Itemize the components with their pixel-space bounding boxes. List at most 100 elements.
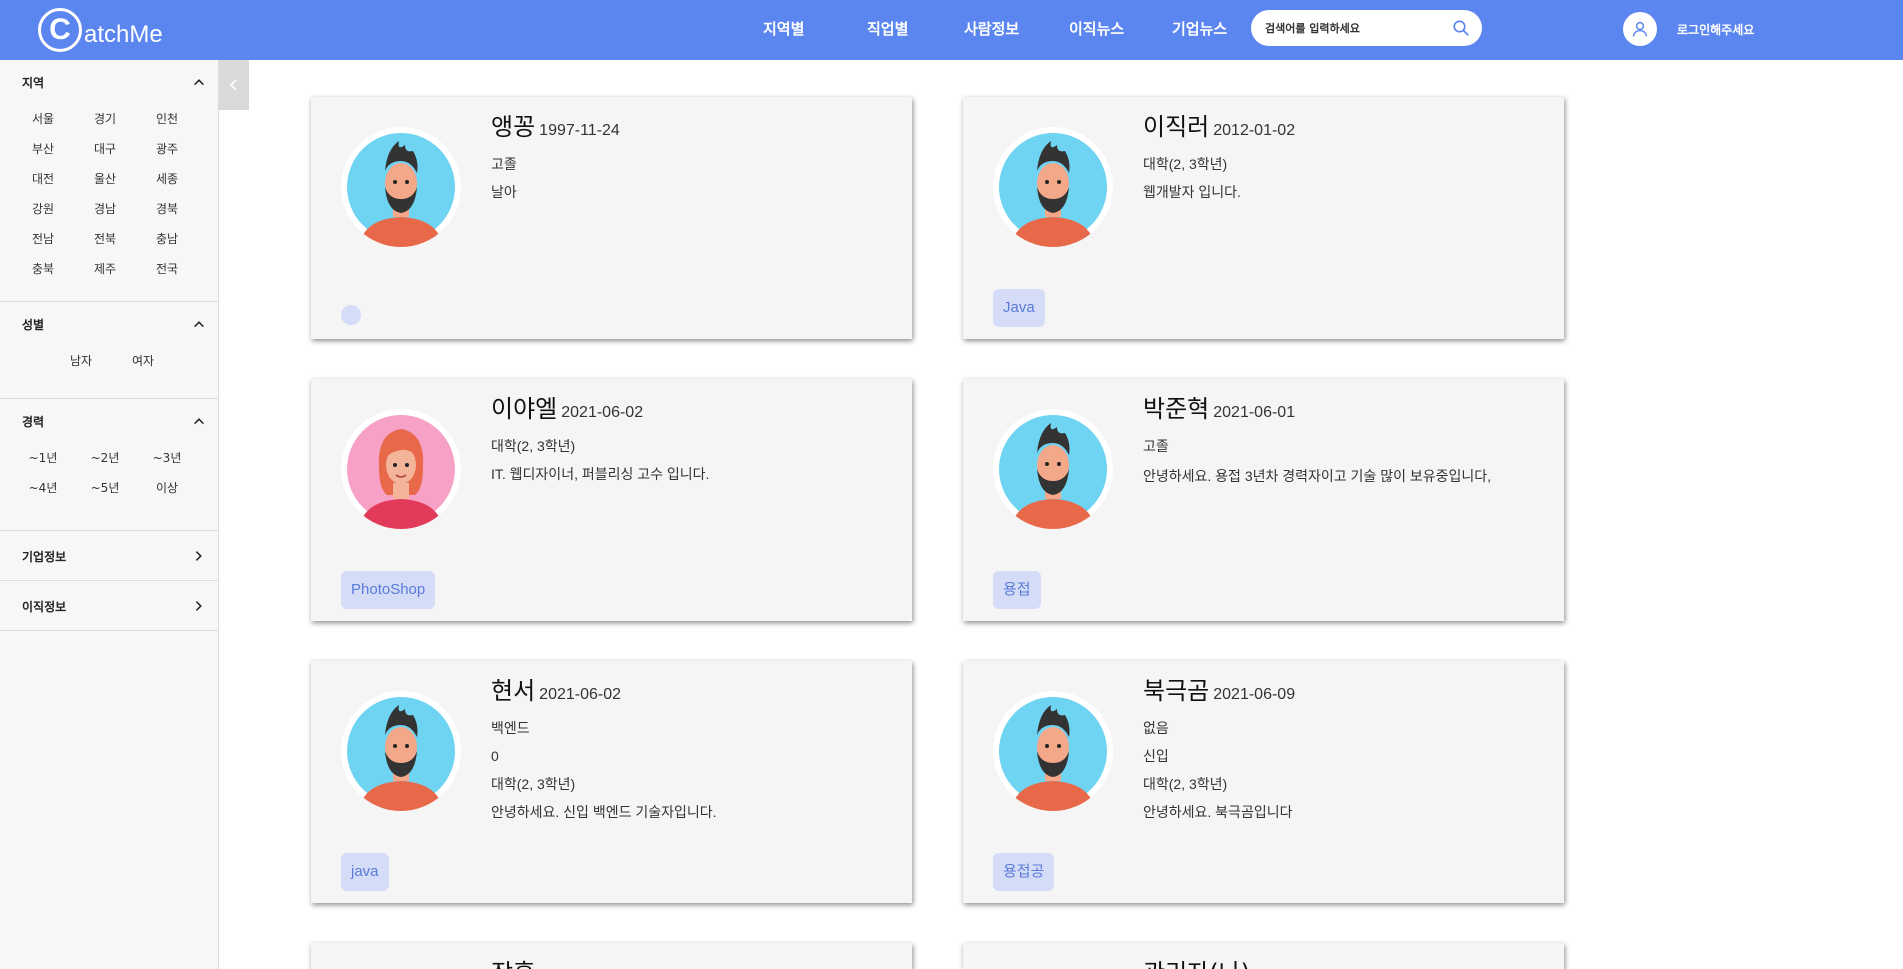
region-option[interactable]: 전남 — [12, 224, 74, 254]
region-option[interactable]: 제주 — [74, 254, 136, 284]
person-card[interactable]: 이직러 2012-01-02 대학(2, 3학년) 웹개발자 입니다. Java — [963, 97, 1564, 339]
card-info: 관리자(나) 2021-06-09 — [1143, 953, 1524, 969]
nav-job[interactable]: 직업별 — [867, 18, 908, 39]
card-detail: 안녕하세요. 신입 백엔드 기술자입니다. — [491, 804, 717, 820]
login-link[interactable]: 로그인해주세요 — [1677, 21, 1754, 38]
gender-filter: 성별 남자 여자 — [0, 302, 218, 399]
region-option[interactable]: 울산 — [74, 164, 136, 194]
nav-company-news[interactable]: 기업뉴스 — [1172, 18, 1227, 39]
person-card[interactable]: 북극곰 2021-06-09 없음 신입 대학(2, 3학년) 안녕하세요. 북… — [963, 661, 1564, 903]
person-name: 관리자(나) — [1143, 953, 1250, 969]
sidebar-collapse-button[interactable] — [219, 60, 249, 110]
skill-tag[interactable]: PhotoShop — [341, 571, 436, 609]
region-option[interactable]: 경남 — [74, 194, 136, 224]
region-option[interactable]: 전국 — [136, 254, 198, 284]
chevron-up-icon — [194, 321, 204, 328]
company-info-menu[interactable]: 기업정보 — [0, 531, 218, 581]
region-option[interactable]: 충북 — [12, 254, 74, 284]
region-option[interactable]: 대전 — [12, 164, 74, 194]
catchme-logo[interactable]: C atchMe — [38, 8, 163, 52]
card-detail: 대학(2, 3학년) — [491, 776, 576, 792]
nav-region[interactable]: 지역별 — [763, 18, 804, 39]
top-header: C atchMe 지역별 직업별 사람정보 이직뉴스 기업뉴스 로그인해주세요 — [0, 0, 1903, 60]
card-name-line: 현서 2021-06-02 — [491, 671, 872, 707]
gender-option[interactable]: 남자 — [50, 346, 112, 376]
person-card[interactable]: 이야엘 2021-06-02 대학(2, 3학년) IT. 웹디자이너, 퍼블리… — [311, 379, 912, 621]
career-option[interactable]: 이상 — [136, 473, 198, 503]
career-option[interactable]: ~4년 — [12, 473, 74, 503]
region-options: 서울 경기 인천 부산 대구 광주 대전 울산 세종 강원 경남 경북 전남 전… — [0, 104, 218, 284]
region-option[interactable]: 광주 — [136, 134, 198, 164]
region-option[interactable]: 경북 — [136, 194, 198, 224]
region-filter: 지역 서울 경기 인천 부산 대구 광주 대전 울산 세종 강원 경남 경북 전… — [0, 60, 218, 302]
career-option[interactable]: ~2년 — [74, 443, 136, 473]
region-option[interactable]: 서울 — [12, 104, 74, 134]
person-card[interactable]: 앵꽁 1997-11-24 고졸 날아 — [311, 97, 912, 339]
person-date: 1997-11-24 — [539, 122, 620, 139]
career-option[interactable]: ~1년 — [12, 443, 74, 473]
region-filter-title: 지역 — [22, 75, 45, 90]
card-detail: 대학(2, 3학년) — [1143, 776, 1228, 792]
filter-sidebar: 지역 서울 경기 인천 부산 대구 광주 대전 울산 세종 강원 경남 경북 전… — [0, 60, 219, 969]
person-card[interactable]: 장훈 2021-06-17 — [311, 943, 912, 969]
person-card[interactable]: 현서 2021-06-02 백엔드 0 대학(2, 3학년) 안녕하세요. 신입… — [311, 661, 912, 903]
card-name-line: 장훈 2021-06-17 — [491, 953, 872, 969]
skill-tag[interactable]: 용접 — [993, 571, 1041, 609]
chevron-left-icon — [229, 79, 237, 91]
nav-jobchange-news[interactable]: 이직뉴스 — [1069, 18, 1124, 39]
gender-filter-header[interactable]: 성별 — [0, 302, 218, 346]
avatar — [341, 409, 461, 529]
chevron-up-icon — [194, 418, 204, 425]
jobchange-info-header[interactable]: 이직정보 — [0, 581, 218, 631]
female-avatar-icon — [347, 415, 455, 529]
card-detail: 대학(2, 3학년) — [1143, 156, 1228, 172]
card-name-line: 이직러 2012-01-02 — [1143, 107, 1524, 143]
search-icon[interactable] — [1452, 19, 1470, 37]
region-option[interactable]: 대구 — [74, 134, 136, 164]
company-info-title: 기업정보 — [22, 549, 67, 564]
region-option[interactable]: 경기 — [74, 104, 136, 134]
region-option[interactable]: 부산 — [12, 134, 74, 164]
user-icon — [1632, 21, 1648, 37]
card-info: 박준혁 2021-06-01 고졸 안녕하세요. 용접 3년차 경력자이고 기술… — [1143, 389, 1524, 485]
person-name: 현서 — [491, 677, 536, 705]
card-info: 이야엘 2021-06-02 대학(2, 3학년) IT. 웹디자이너, 퍼블리… — [491, 389, 872, 481]
region-option[interactable]: 충남 — [136, 224, 198, 254]
region-option[interactable]: 인천 — [136, 104, 198, 134]
jobchange-info-menu[interactable]: 이직정보 — [0, 581, 218, 631]
region-filter-header[interactable]: 지역 — [0, 60, 218, 104]
skill-tag[interactable]: java — [341, 853, 389, 891]
user-avatar[interactable] — [1623, 12, 1657, 46]
person-card[interactable]: 박준혁 2021-06-01 고졸 안녕하세요. 용접 3년차 경력자이고 기술… — [963, 379, 1564, 621]
card-detail: 날아 — [491, 184, 517, 200]
chevron-right-icon — [195, 601, 202, 611]
person-card[interactable]: 관리자(나) 2021-06-09 — [963, 943, 1564, 969]
card-detail: 백엔드 — [491, 720, 530, 736]
avatar — [341, 691, 461, 811]
region-option[interactable]: 세종 — [136, 164, 198, 194]
logo-mark: C — [38, 8, 82, 52]
skill-tag — [341, 305, 361, 325]
gender-option[interactable]: 여자 — [112, 346, 174, 376]
card-detail: 웹개발자 입니다. — [1143, 184, 1241, 200]
career-filter-header[interactable]: 경력 — [0, 399, 218, 443]
company-info-header[interactable]: 기업정보 — [0, 531, 218, 581]
card-detail: 대학(2, 3학년) — [491, 438, 576, 454]
search-box — [1251, 10, 1482, 46]
region-option[interactable]: 전북 — [74, 224, 136, 254]
card-name-line: 박준혁 2021-06-01 — [1143, 389, 1524, 425]
male-avatar-icon — [999, 697, 1107, 811]
career-option[interactable]: ~3년 — [136, 443, 198, 473]
gender-options: 남자 여자 — [0, 346, 218, 376]
card-detail: 고졸 — [1143, 438, 1169, 454]
person-name: 이야엘 — [491, 395, 558, 423]
nav-people[interactable]: 사람정보 — [964, 18, 1019, 39]
skill-tag[interactable]: 용접공 — [993, 853, 1055, 891]
person-date: 2012-01-02 — [1213, 122, 1296, 139]
career-option[interactable]: ~5년 — [74, 473, 136, 503]
search-input[interactable] — [1265, 21, 1452, 35]
card-detail: 고졸 — [491, 156, 517, 172]
person-name: 장훈 — [491, 953, 535, 969]
skill-tag[interactable]: Java — [993, 289, 1045, 327]
region-option[interactable]: 강원 — [12, 194, 74, 224]
